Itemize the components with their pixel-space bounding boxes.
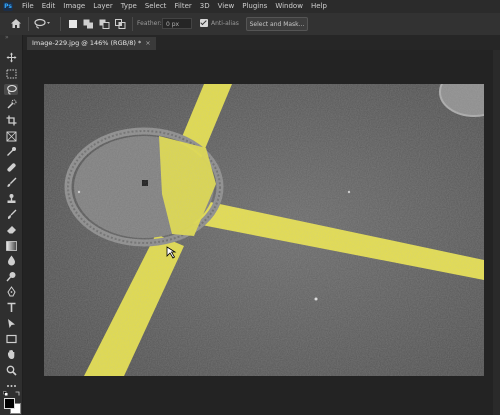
antialias-label: Anti-alias xyxy=(211,19,239,27)
separator xyxy=(60,17,61,31)
magnifier-icon xyxy=(6,365,17,376)
menu-layer[interactable]: Layer xyxy=(93,0,113,13)
brush-tool[interactable] xyxy=(4,177,18,188)
hand-tool[interactable] xyxy=(4,349,18,360)
marquee-tool[interactable] xyxy=(4,68,18,79)
ellipsis-icon xyxy=(6,384,16,387)
frame-tool[interactable] xyxy=(4,131,18,142)
home-button[interactable] xyxy=(8,17,24,30)
subtract-from-selection-button[interactable] xyxy=(98,17,111,30)
document-image[interactable] xyxy=(44,84,484,376)
menu-window[interactable]: Window xyxy=(275,0,303,13)
menu-image[interactable]: Image xyxy=(63,0,85,13)
color-swatches[interactable] xyxy=(3,391,21,414)
quick-select-icon xyxy=(6,99,16,109)
menu-3d[interactable]: 3D xyxy=(200,0,210,13)
home-icon xyxy=(11,19,21,28)
history-brush-icon xyxy=(7,209,16,219)
eyedropper-tool[interactable] xyxy=(4,146,18,157)
menu-select[interactable]: Select xyxy=(145,0,167,13)
vertical-scrollbar[interactable] xyxy=(493,50,500,415)
dodge-icon xyxy=(5,272,15,282)
add-selection-icon xyxy=(83,19,93,28)
add-to-selection-button[interactable] xyxy=(82,17,95,30)
menu-type[interactable]: Type xyxy=(121,0,137,13)
tools-panel: » xyxy=(0,35,23,415)
feather-label: Feather: xyxy=(137,20,162,27)
separator xyxy=(28,17,29,31)
bandage-icon xyxy=(6,163,16,172)
eraser-tool[interactable] xyxy=(4,224,18,235)
more-tools[interactable] xyxy=(4,380,18,391)
menu-list: File Edit Image Layer Type Select Filter… xyxy=(22,0,327,13)
frame-icon xyxy=(6,131,16,142)
speck xyxy=(77,190,81,194)
foreground-color-swatch[interactable] xyxy=(4,398,15,409)
gradient-icon xyxy=(5,240,17,251)
healing-brush-tool[interactable] xyxy=(4,162,18,173)
new-selection-icon xyxy=(68,19,77,28)
document-tab[interactable]: Image-229.jpg @ 146% (RGB/8) * × xyxy=(27,37,156,50)
texture-overlay xyxy=(44,84,484,376)
move-icon xyxy=(6,52,16,63)
crop-icon xyxy=(6,115,16,126)
lasso-tool[interactable] xyxy=(4,84,18,95)
lasso-icon xyxy=(34,18,50,29)
subtract-selection-icon xyxy=(99,19,110,29)
feather-input[interactable]: 0 px xyxy=(162,18,192,29)
marquee-icon xyxy=(6,69,16,78)
droplet-icon xyxy=(7,255,15,266)
document-tab-title: Image-229.jpg @ 146% (RGB/8) * xyxy=(32,39,142,47)
blur-tool[interactable] xyxy=(4,255,18,266)
document-tab-bar: Image-229.jpg @ 146% (RGB/8) * × xyxy=(23,35,500,50)
panel-grip[interactable]: » xyxy=(5,35,17,41)
asphalt-photo xyxy=(44,84,484,376)
rectangle-icon xyxy=(5,334,17,343)
type-icon xyxy=(7,302,15,312)
history-brush-tool[interactable] xyxy=(4,209,18,220)
close-icon[interactable]: × xyxy=(145,37,150,50)
clone-stamp-tool[interactable] xyxy=(4,193,18,204)
move-tool[interactable] xyxy=(4,52,18,63)
intersect-selection-icon xyxy=(115,18,126,29)
separator xyxy=(132,17,133,31)
gradient-tool[interactable] xyxy=(4,240,18,251)
swap-colors-icon xyxy=(15,391,20,396)
select-and-mask-button[interactable]: Select and Mask... xyxy=(246,17,308,31)
menu-plugins[interactable]: Plugins xyxy=(242,0,267,13)
hand-icon xyxy=(7,350,14,359)
arrow-pointer-icon xyxy=(7,319,15,328)
menu-file[interactable]: File xyxy=(22,0,34,13)
eyedropper-icon xyxy=(6,147,16,156)
dodge-tool[interactable] xyxy=(4,271,18,282)
speck xyxy=(347,190,351,194)
menu-bar: Ps File Edit Image Layer Type Select Fil… xyxy=(0,0,500,13)
crop-tool[interactable] xyxy=(4,115,18,126)
new-selection-button[interactable] xyxy=(66,17,79,30)
menu-edit[interactable]: Edit xyxy=(42,0,56,13)
path-select-tool[interactable] xyxy=(4,318,18,329)
stamp-icon xyxy=(7,194,15,203)
rectangle-tool[interactable] xyxy=(4,333,18,344)
menu-help[interactable]: Help xyxy=(311,0,327,13)
pen-icon xyxy=(6,286,16,297)
default-colors-icon xyxy=(3,391,8,396)
menu-filter[interactable]: Filter xyxy=(174,0,191,13)
type-tool[interactable] xyxy=(4,302,18,313)
options-bar: Feather: 0 px Anti-alias Select and Mask… xyxy=(0,13,500,36)
checkbox-checked-icon xyxy=(200,19,208,27)
eraser-icon xyxy=(6,226,16,234)
photoshop-logo: Ps xyxy=(3,2,13,11)
intersect-selection-button[interactable] xyxy=(114,17,127,30)
brush-icon xyxy=(6,177,16,187)
speck xyxy=(314,297,318,301)
antialias-checkbox[interactable]: Anti-alias xyxy=(200,19,239,27)
zoom-tool[interactable] xyxy=(4,365,18,376)
tool-preset-picker[interactable] xyxy=(33,17,53,30)
pen-tool[interactable] xyxy=(4,286,18,297)
menu-view[interactable]: View xyxy=(218,0,235,13)
lasso-icon xyxy=(6,84,17,95)
quick-select-tool[interactable] xyxy=(4,99,18,110)
